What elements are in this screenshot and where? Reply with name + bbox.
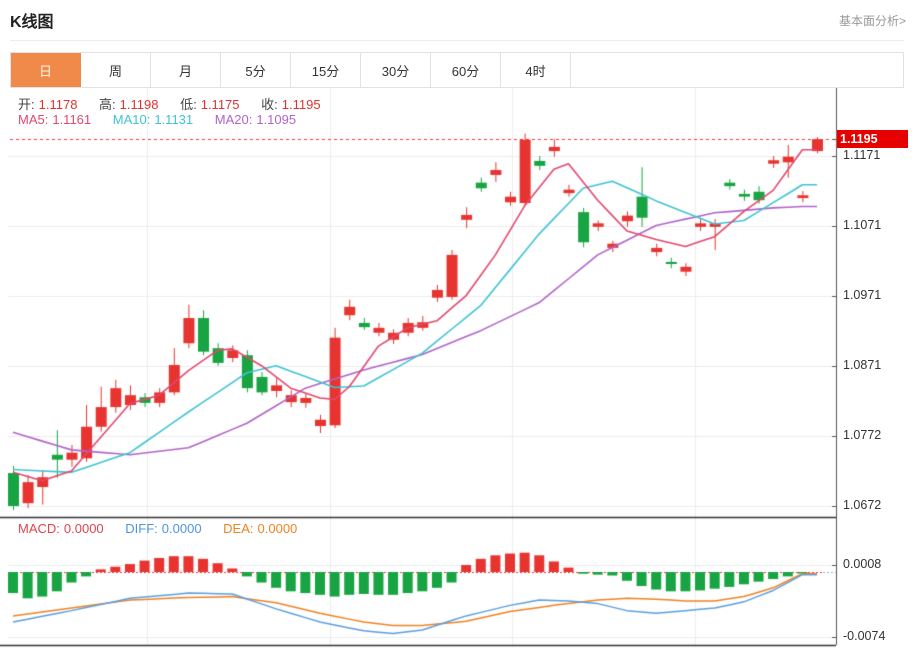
kline-page: K线图 基本面分析> 日周月5分15分30分60分4时 开: 1.1178 高: 1… [0, 0, 914, 648]
macd-row: MACD: 0.0000 DIFF: 0.0000 DEA: 0.0000 [18, 521, 301, 536]
ma20-label: MA20: [215, 112, 253, 127]
axis-label-1.0871: 1.0871 [843, 358, 881, 372]
tab-period-0[interactable]: 日 [11, 53, 81, 87]
close-label: 收: [261, 97, 278, 112]
axis-label-1.1071: 1.1071 [843, 218, 881, 232]
diff-value: 0.0000 [162, 521, 202, 536]
tab-period-3[interactable]: 5分 [221, 53, 291, 87]
high-value: 1.1198 [120, 97, 159, 112]
low-label: 低: [180, 97, 197, 112]
close-value: 1.1195 [282, 97, 321, 112]
ohlc-row: 开: 1.1178 高: 1.1198 低: 1.1175 收: 1.1195 [18, 94, 325, 113]
dea-label: DEA: [223, 521, 253, 536]
page-title: K线图 [10, 8, 54, 32]
axis-label--0.0074: -0.0074 [843, 629, 885, 643]
high-label: 高: [99, 97, 116, 112]
low-value: 1.1175 [201, 97, 240, 112]
chart-area: 开: 1.1178 高: 1.1198 低: 1.1175 收: 1.1195 MA5:… [0, 88, 914, 648]
axis-label-1.0672: 1.0672 [843, 498, 881, 512]
macd-label: MACD: [18, 521, 60, 536]
ma20-value: 1.1095 [256, 112, 296, 127]
axis-label-1.1171: 1.1171 [843, 148, 880, 162]
axis-label-0.0008: 0.0008 [843, 557, 881, 571]
tab-period-2[interactable]: 月 [151, 53, 221, 87]
current-price-tag: 1.1195 [837, 130, 908, 148]
tab-bar-filler [571, 53, 904, 87]
open-value: 1.1178 [39, 97, 78, 112]
period-tab-bar: 日周月5分15分30分60分4时 [10, 52, 904, 88]
tab-period-5[interactable]: 30分 [361, 53, 431, 87]
ma10-label: MA10: [113, 112, 151, 127]
axis-label-1.0971: 1.0971 [843, 288, 881, 302]
ma-row: MA5: 1.1161 MA10:1.1131 MA20:1.1095 [18, 112, 300, 127]
tab-period-1[interactable]: 周 [81, 53, 151, 87]
tab-period-7[interactable]: 4时 [501, 53, 571, 87]
tab-period-4[interactable]: 15分 [291, 53, 361, 87]
kline-canvas[interactable] [0, 88, 914, 648]
ma5-label: MA5: [18, 112, 48, 127]
diff-label: DIFF: [125, 521, 158, 536]
title-divider [10, 40, 904, 41]
tab-period-6[interactable]: 60分 [431, 53, 501, 87]
axis-label-1.0772: 1.0772 [843, 428, 881, 442]
ma10-value: 1.1131 [154, 112, 193, 127]
ma5-value: 1.1161 [52, 112, 91, 127]
open-label: 开: [18, 97, 35, 112]
fundamental-analysis-link[interactable]: 基本面分析> [839, 12, 906, 29]
macd-value: 0.0000 [64, 521, 104, 536]
dea-value: 0.0000 [258, 521, 298, 536]
